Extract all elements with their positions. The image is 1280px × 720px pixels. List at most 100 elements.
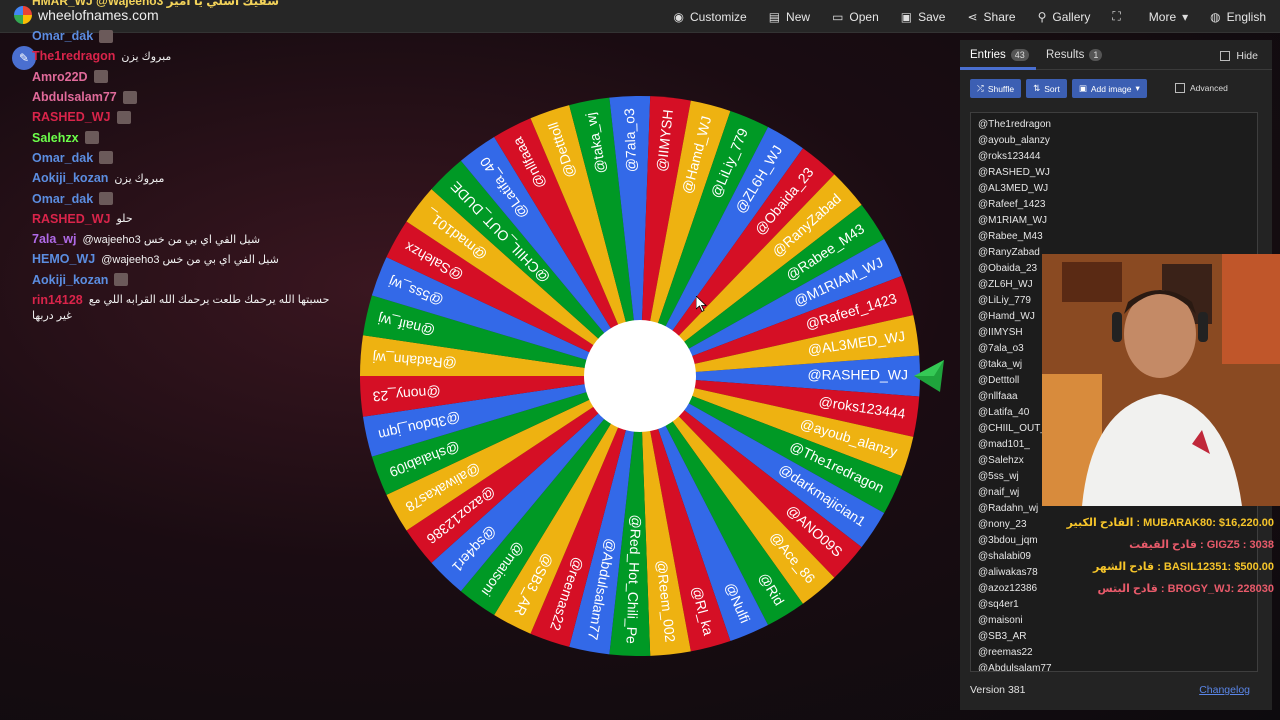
chat-overlay: Omar_dak The1redragon مبروك يزن Amro22D Abdu… (32, 26, 352, 322)
donor-list: القادح الكبير : MUBARAK80: $16,220.00 قاد… (1042, 516, 1274, 604)
nav-save-button[interactable]: ▣ Save (901, 10, 946, 24)
chat-username: Amro22D (32, 69, 88, 84)
tab-entries-label: Entries (970, 49, 1006, 61)
entry-line: @AL3MED_WJ (978, 183, 1049, 194)
tab-entries[interactable]: Entries 43 (970, 49, 1029, 61)
folder-open-icon: ▭ (832, 9, 844, 24)
chat-message: مبروك يزن (114, 172, 165, 185)
chat-line: Amro22D (32, 67, 352, 87)
wheel-slice-label: @7ala_o3 (621, 108, 639, 173)
nav-fullscreen-button[interactable]: ⛶ (1112, 9, 1126, 24)
share-icon: ⋖ (967, 9, 978, 24)
nav-label: Gallery (1052, 9, 1091, 24)
chat-message: @wajeeho3 شيل الفي اي بي من خس (101, 253, 279, 266)
nav-share-button[interactable]: ⋖ Share (967, 10, 1015, 24)
shuffle-icon: ⤮ (977, 83, 984, 93)
chat-emote-icon (99, 29, 114, 43)
image-icon: ▣ (1078, 83, 1087, 93)
entry-line: @M1RIAM_WJ (978, 215, 1048, 226)
chat-message: @wajeeho3 شيل الفي اي بي من خس (82, 233, 261, 246)
donor-line: قادح البتس : BROGY_WJ: 228030 (1097, 583, 1274, 595)
chat-username: HEMO_WJ (32, 252, 96, 267)
tab-results-label: Results (1046, 49, 1085, 61)
sort-label: Sort (1044, 83, 1060, 94)
wheel-slice-label: @RASHED_WJ (807, 367, 908, 383)
tab-results[interactable]: Results 1 (1046, 49, 1103, 61)
chat-username: Omar_dak (32, 29, 94, 44)
panel-tabs: Entries 43 Results 1 Hide (960, 40, 1272, 70)
palette-icon: ◉ (673, 9, 685, 24)
sort-icon: ⇅ (1033, 83, 1041, 93)
shuffle-button[interactable]: ⤮ Shuffle (970, 79, 1022, 98)
chat-username: 7ala_wj (32, 232, 77, 247)
nav-more-button[interactable]: More ▾ (1149, 10, 1188, 24)
wheel-center[interactable] (584, 320, 696, 432)
chat-line: rin14128 حسبتها الله يرحمك طلعت يرحمك الل… (32, 290, 352, 322)
chat-username: Omar_dak (32, 150, 94, 165)
entry-line: @ayoub_alanzy (978, 135, 1050, 146)
hide-label: Hide (1236, 50, 1258, 62)
chat-line: HEMO_WJ @wajeeho3 شيل الفي اي بي من خس (32, 249, 352, 269)
nav-gallery-button[interactable]: ⚲ Gallery (1038, 10, 1091, 24)
chevron-down-icon: ▾ (1135, 83, 1140, 93)
chat-line: The1redragon مبروك يزن (32, 46, 352, 66)
donor-line: قادح الشهر : BASIL12351: $500.00 (1092, 561, 1274, 573)
advanced-toggle[interactable]: Advanced (1175, 83, 1228, 93)
brand[interactable]: wheelofnames.com (14, 6, 159, 24)
streamer-image (1042, 254, 1280, 506)
chat-username: Aokiji_kozan (32, 272, 109, 287)
nav-label: More (1148, 9, 1177, 24)
chat-emote-icon (99, 151, 114, 165)
entry-line: @SB3_AR (978, 631, 1027, 642)
nav-customize-button[interactable]: ◉ Customize (674, 10, 747, 24)
chat-line: Omar_dak (32, 26, 352, 46)
entries-count-badge: 43 (1010, 49, 1029, 61)
nav-label: Share (983, 9, 1016, 24)
advanced-checkbox[interactable] (1175, 83, 1185, 93)
search-icon: ⚲ (1037, 9, 1047, 24)
chat-line: Omar_dak (32, 188, 352, 208)
chat-line: RASHED_WJ حلو (32, 209, 352, 229)
chat-username: Salehzx (32, 130, 79, 145)
chat-username: The1redragon (32, 49, 116, 64)
entry-line: @Abdulsalam77 (978, 663, 1052, 672)
mouse-cursor-icon (696, 296, 708, 312)
chat-emote-icon (99, 192, 114, 206)
chat-emote-icon (122, 90, 137, 104)
shuffle-label: Shuffle (987, 83, 1015, 94)
add-image-button[interactable]: ▣ Add image ▾ (1071, 79, 1147, 98)
donor-line: القادح الكبير : MUBARAK80: $16,220.00 (1066, 517, 1274, 529)
changelog-link[interactable]: Changelog (1199, 684, 1250, 696)
nav-open-button[interactable]: ▭ Open (832, 10, 879, 24)
nav-label: Customize (690, 9, 747, 24)
nav-new-button[interactable]: ▤ New (769, 10, 810, 24)
nav-english-button[interactable]: ◍ English (1210, 10, 1266, 24)
version-label: Version 381 (970, 684, 1026, 696)
floppy-icon: ▣ (900, 9, 913, 24)
entries-toolbar: ⤮ Shuffle ⇅ Sort ▣ Add image ▾ (970, 79, 1147, 98)
chat-message: حسبتها الله يرحمك طلعت يرحمك الله القراب… (88, 294, 330, 307)
wheel[interactable]: @RASHED_WJ @roks123444 @ayoub_alanzy @The1r… (358, 94, 922, 658)
wheel-logo-icon (14, 6, 32, 24)
hide-toggle[interactable]: Hide (1220, 50, 1258, 62)
active-tab-indicator (960, 67, 1036, 70)
sort-button[interactable]: ⇅ Sort (1026, 79, 1067, 98)
entry-line: @roks123444 (978, 151, 1041, 162)
chat-message-cont: غير دربها (32, 309, 72, 322)
chat-username: Abdulsalam77 (32, 90, 117, 105)
advanced-label: Advanced (1190, 83, 1228, 93)
nav-label: Open (849, 9, 879, 24)
chat-username: RASHED_WJ (32, 110, 111, 125)
entry-line: @The1redragon (978, 119, 1051, 130)
file-icon: ▤ (768, 9, 781, 24)
chat-emote-icon (93, 70, 108, 84)
brand-name: wheelofnames.com (38, 7, 159, 23)
wheel-svg[interactable]: @RASHED_WJ@roks123444@ayoub_alanzy@The1r… (358, 94, 922, 658)
nav-label: English (1226, 9, 1266, 24)
fullscreen-icon: ⛶ (1112, 9, 1121, 23)
entry-line: @Rabee_M43 (978, 231, 1043, 242)
chat-top-line: HMAR_WJ @Wajeeho3 شفيك اشلي يا امير (32, 0, 279, 8)
chat-username: Omar_dak (32, 191, 94, 206)
hide-checkbox[interactable] (1220, 51, 1231, 61)
chat-message: حلو (116, 213, 133, 226)
